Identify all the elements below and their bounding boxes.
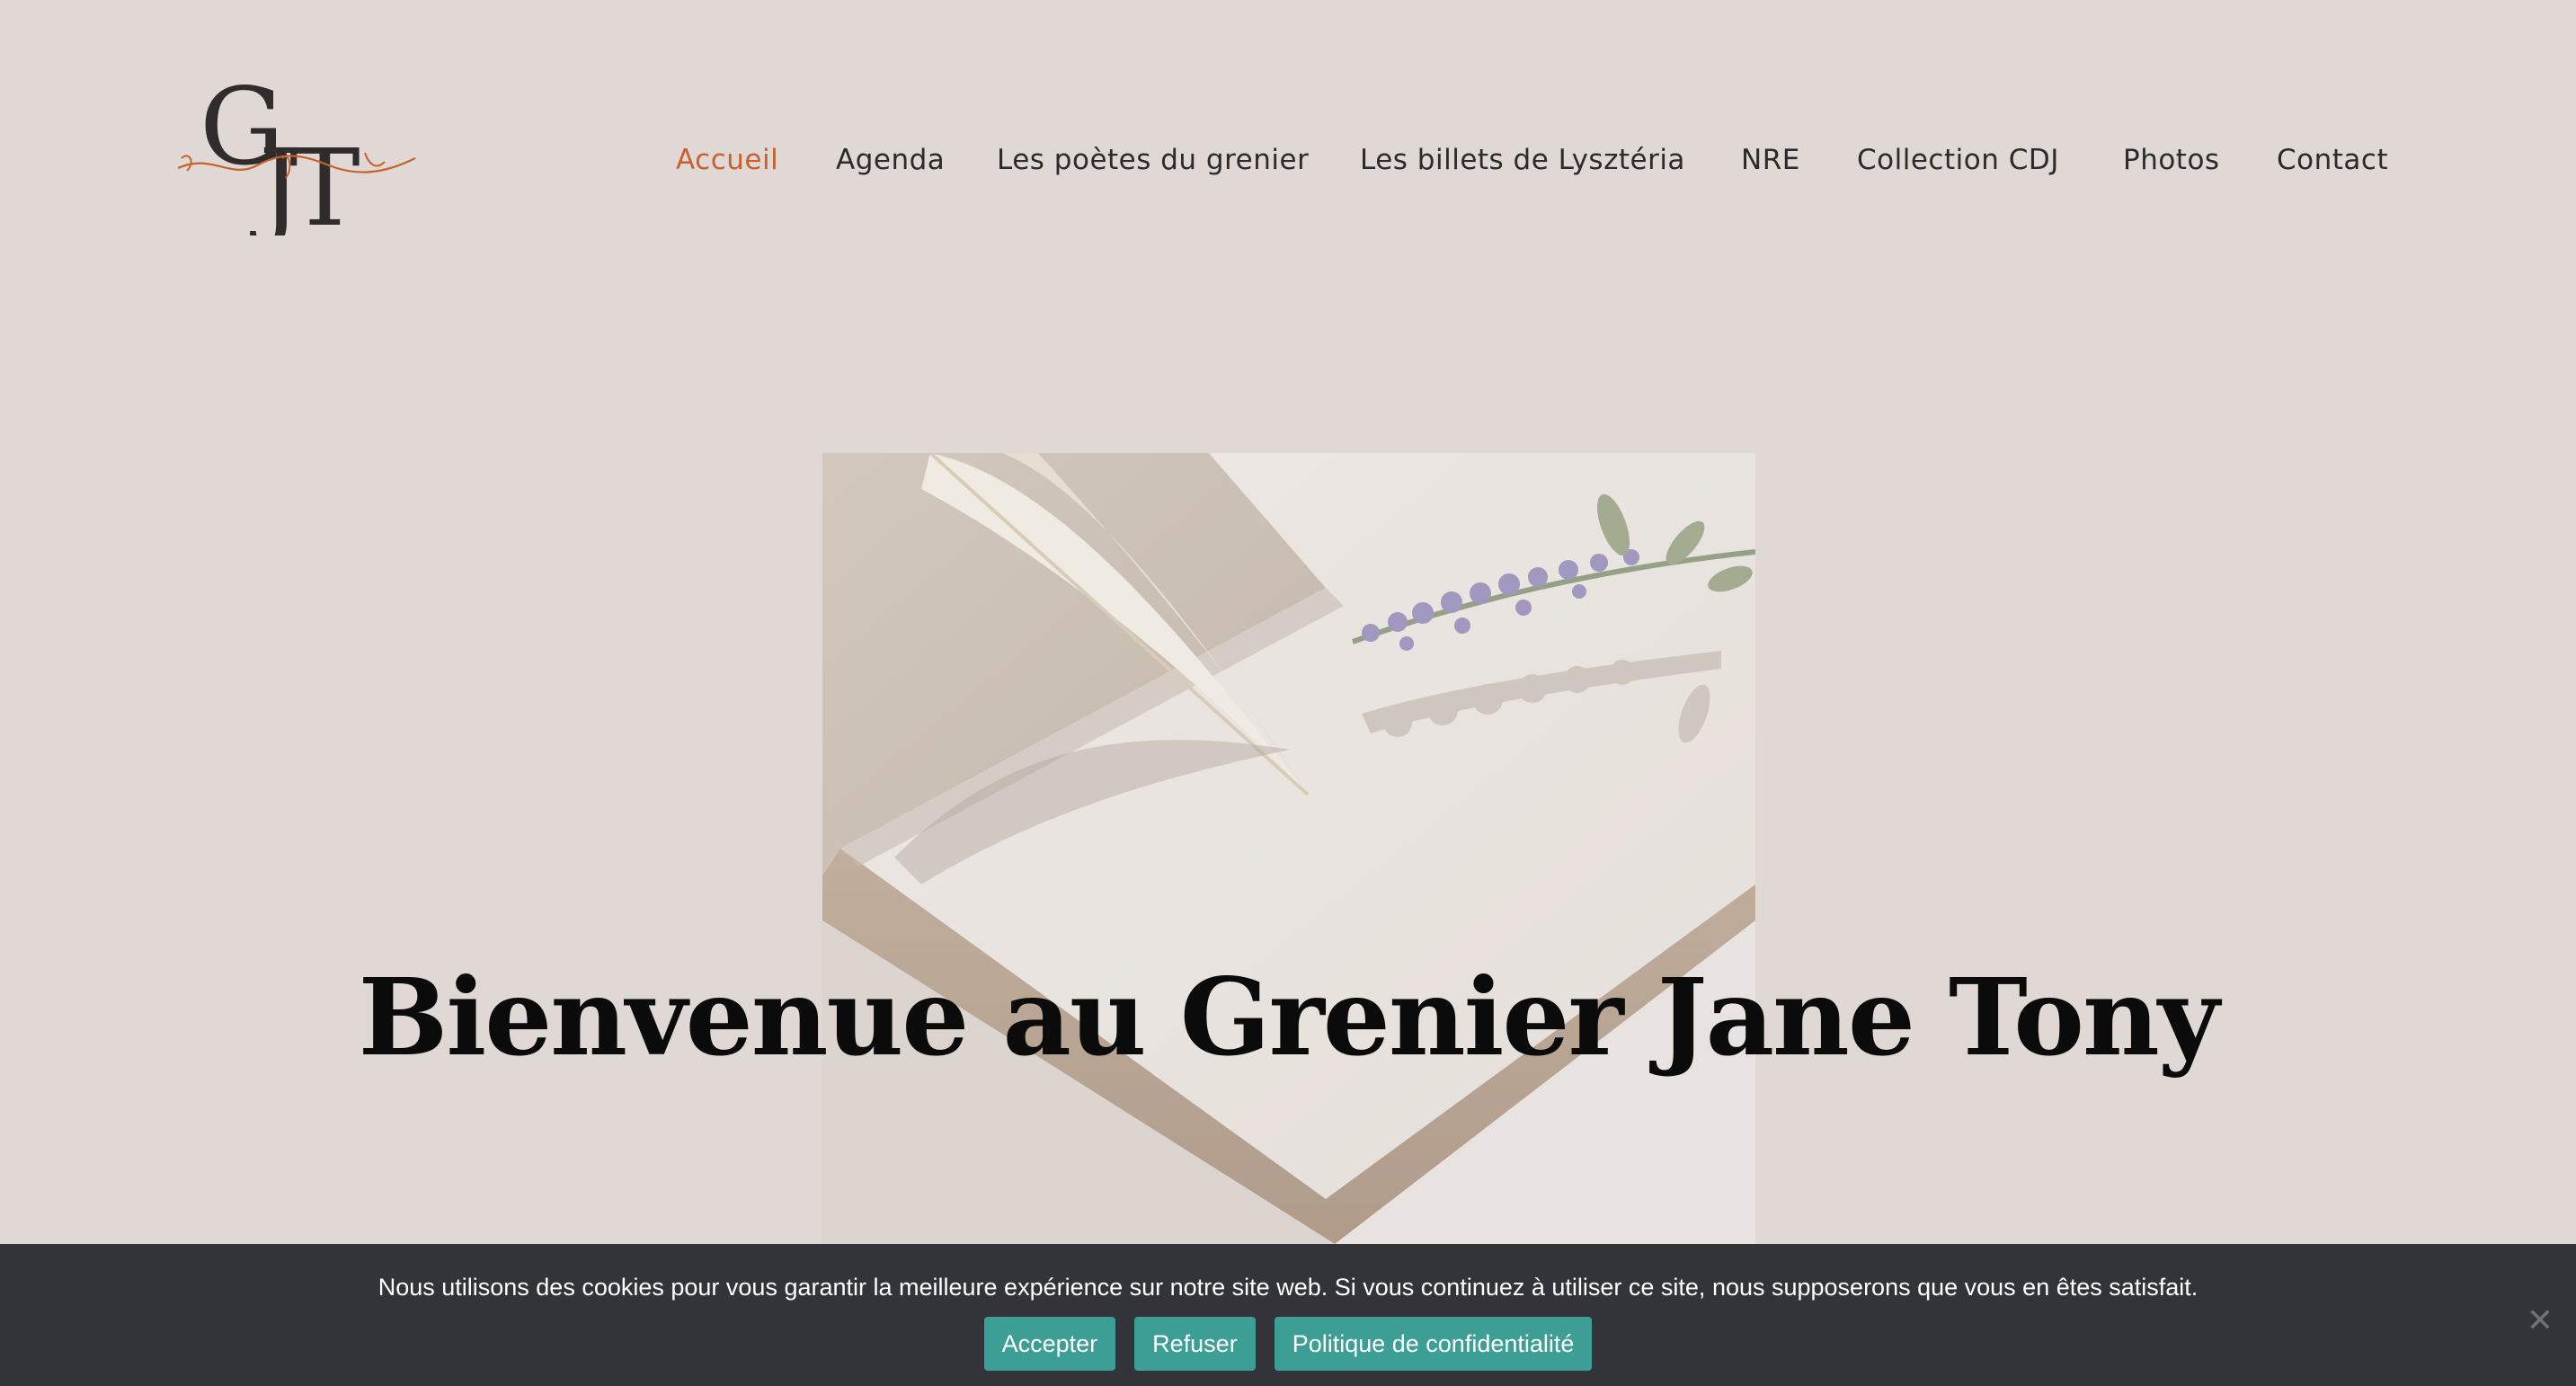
nav-item-photos[interactable]: Photos (2123, 135, 2220, 185)
nav-item-nre[interactable]: NRE (1741, 135, 1800, 185)
cookie-banner: Nous utilisons des cookies pour vous gar… (0, 1244, 2576, 1386)
close-icon[interactable]: ✕ (2524, 1305, 2556, 1337)
accept-cookies-button[interactable]: Accepter (983, 1317, 1116, 1371)
hero-title: Bienvenue au Grenier Jane Tony (358, 955, 2220, 1079)
nav-item-contact[interactable]: Contact (2277, 135, 2388, 185)
open-book-feather-lavender-image (822, 453, 1755, 1244)
hero-image (822, 453, 1755, 1244)
privacy-policy-button[interactable]: Politique de confidentialité (1274, 1317, 1593, 1371)
cookie-message: Nous utilisons des cookies pour vous gar… (378, 1274, 2198, 1301)
page: G J T Accueil Agenda Les poètes du greni… (0, 0, 2576, 1386)
nav-item-les-billets-de-lyszteria[interactable]: Les billets de Lysztéria (1360, 135, 1685, 185)
nav-item-agenda[interactable]: Agenda (836, 135, 945, 185)
cookie-buttons: Accepter Refuser Politique de confidenti… (0, 1317, 2576, 1371)
nav-item-les-poetes-du-grenier[interactable]: Les poètes du grenier (997, 135, 1309, 185)
nav-item-collection-cdj[interactable]: Collection CDJ (1857, 135, 2059, 185)
main-nav: Accueil Agenda Les poètes du grenier Les… (0, 135, 2576, 189)
nav-item-accueil[interactable]: Accueil (676, 135, 778, 185)
refuse-cookies-button[interactable]: Refuser (1134, 1317, 1256, 1371)
